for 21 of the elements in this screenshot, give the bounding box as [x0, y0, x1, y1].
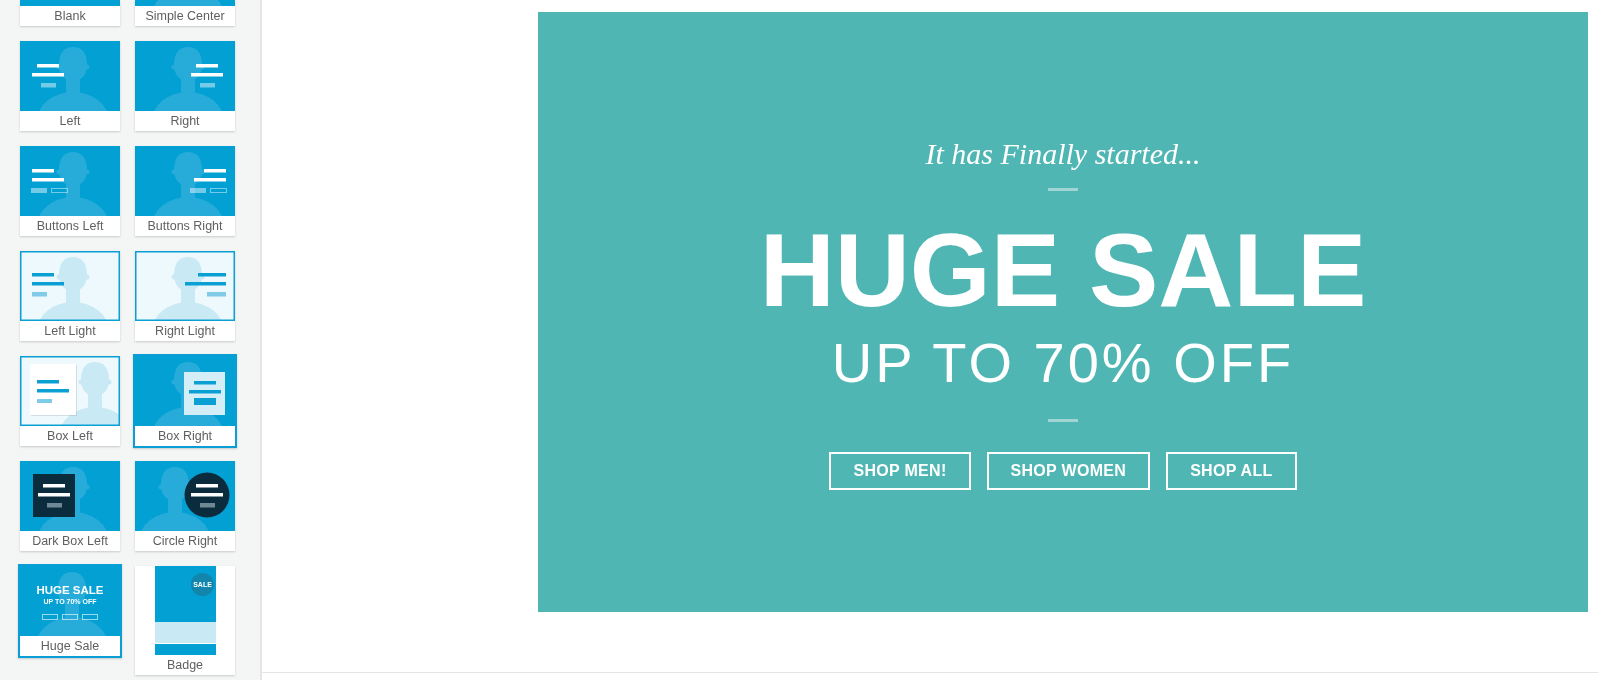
button-outline-icon	[82, 614, 98, 620]
banner-subheadline: UP TO 70% OFF	[831, 335, 1295, 391]
template-option[interactable]: Right Light	[135, 251, 235, 341]
template-option[interactable]: Dark Box Left	[20, 461, 120, 551]
person-silhouette-icon	[37, 572, 109, 636]
page-layout-icon	[154, 566, 216, 655]
button-outline-icon	[62, 614, 78, 620]
template-option[interactable]: Left	[20, 41, 120, 131]
template-option[interactable]: Left Light	[20, 251, 120, 341]
template-option[interactable]: Box Right	[133, 354, 237, 448]
template-option[interactable]: Simple Center	[135, 0, 235, 26]
template-option[interactable]: Circle Right	[135, 461, 235, 551]
template-option[interactable]: Box Left	[20, 356, 120, 446]
thumbnail-headline: HUGE SALE	[36, 584, 104, 597]
template-option[interactable]: Blank	[20, 0, 120, 26]
template-option[interactable]: Buttons Left	[20, 146, 120, 236]
template-option[interactable]: Right	[135, 41, 235, 131]
button-outline-icon	[42, 614, 58, 620]
banner-headline: HUGE SALE	[759, 218, 1367, 322]
banner-tagline: It has Finally started...	[925, 136, 1201, 172]
template-option[interactable]: Buttons Right	[135, 146, 235, 236]
